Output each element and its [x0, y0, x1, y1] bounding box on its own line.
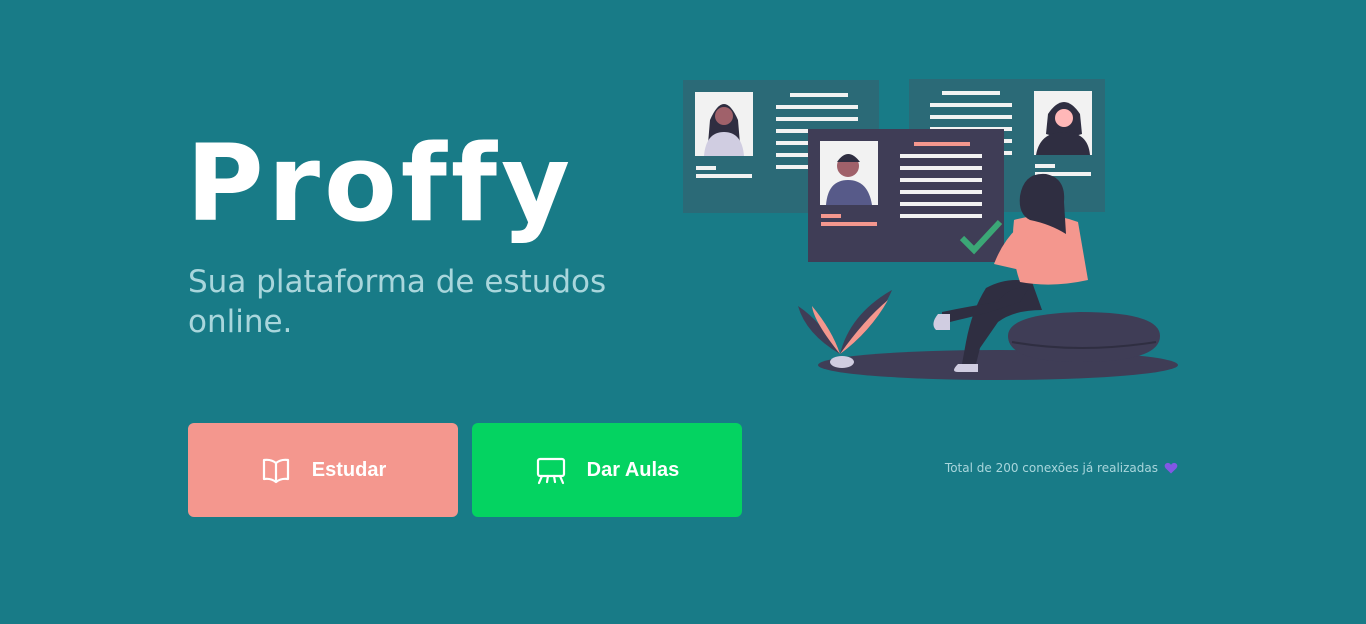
study-button-label: Estudar [311, 458, 387, 481]
total-connections-text: Total de 200 conexões já realizadas [944, 461, 1158, 475]
give-classes-button-label: Dar Aulas [586, 458, 680, 481]
total-connections: Total de 200 conexões já realizadas [945, 461, 1178, 475]
landing-page: Proffy Sua plataforma de estudos online. [0, 0, 1366, 624]
presentation-board-icon [535, 454, 567, 486]
book-open-icon [260, 454, 292, 486]
purple-heart-icon [1164, 461, 1178, 475]
tagline: Sua plataforma de estudos online. [188, 264, 607, 340]
logo-text: Proffy [186, 122, 574, 245]
study-button[interactable]: Estudar [188, 423, 458, 517]
give-classes-button[interactable]: Dar Aulas [472, 423, 742, 517]
pouf [1008, 312, 1160, 362]
proffy-logo: Proffy [186, 122, 574, 245]
hero-illustration [683, 79, 1178, 380]
profile-card-front [808, 129, 1004, 262]
